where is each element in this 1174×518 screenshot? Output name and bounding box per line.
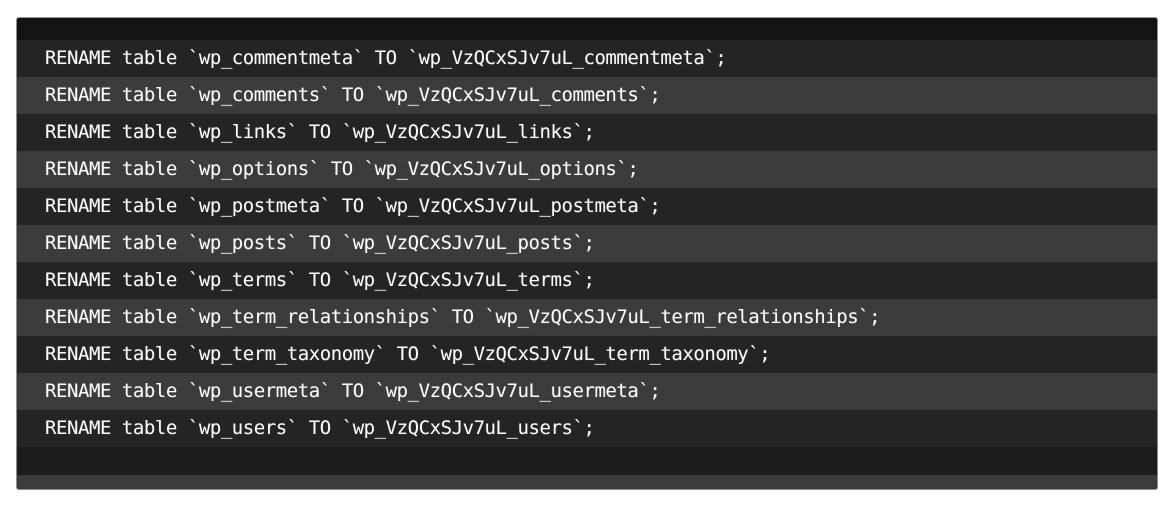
code-line[interactable]: RENAME table `wp_links` TO `wp_VzQCxSJv7… [17,114,1157,151]
code-line[interactable]: RENAME table `wp_users` TO `wp_VzQCxSJv7… [17,410,1157,447]
code-line[interactable]: RENAME table `wp_options` TO `wp_VzQCxSJ… [17,151,1157,188]
code-line[interactable]: RENAME table `wp_usermeta` TO `wp_VzQCxS… [17,373,1157,410]
sql-code-panel[interactable]: RENAME table `wp_commentmeta` TO `wp_VzQ… [16,17,1158,490]
screenshot-root: RENAME table `wp_commentmeta` TO `wp_VzQ… [0,0,1174,518]
code-line[interactable]: RENAME table `wp_postmeta` TO `wp_VzQCxS… [17,188,1157,225]
code-line[interactable]: RENAME table `wp_terms` TO `wp_VzQCxSJv7… [17,262,1157,299]
code-line[interactable]: RENAME table `wp_term_taxonomy` TO `wp_V… [17,336,1157,373]
code-line[interactable]: RENAME table `wp_comments` TO `wp_VzQCxS… [17,77,1157,114]
code-line-list: RENAME table `wp_commentmeta` TO `wp_VzQ… [17,40,1157,447]
code-panel-top-strip [17,18,1157,40]
code-line[interactable]: RENAME table `wp_term_relationships` TO … [17,299,1157,336]
code-line[interactable]: RENAME table `wp_posts` TO `wp_VzQCxSJv7… [17,225,1157,262]
code-panel-bottom-strip [17,475,1157,489]
code-line[interactable]: RENAME table `wp_commentmeta` TO `wp_VzQ… [17,40,1157,77]
